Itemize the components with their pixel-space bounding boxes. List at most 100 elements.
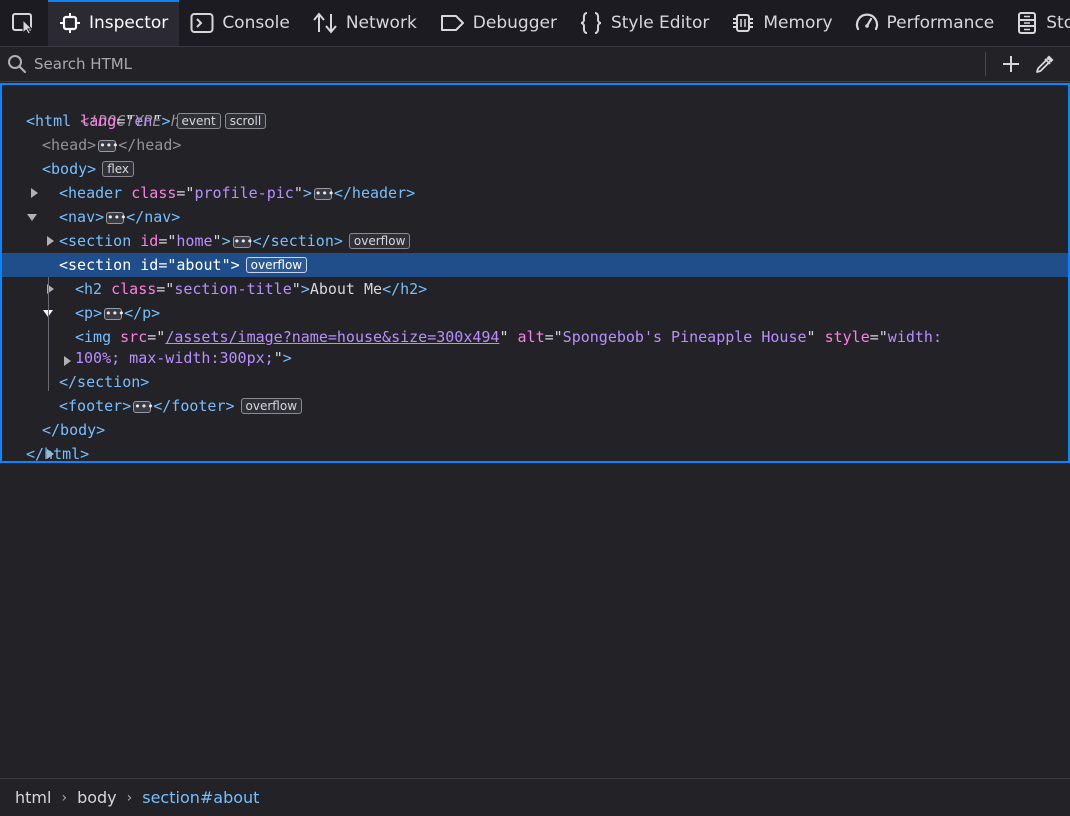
img-style-attr: style: [824, 328, 870, 346]
markup-line-p[interactable]: <p> •••</p>: [2, 301, 1068, 366]
tab-inspector-label: Inspector: [89, 13, 169, 33]
html-lang-value: en: [134, 112, 153, 130]
tab-network-label: Network: [345, 13, 417, 33]
section-about-id-attr: id: [140, 256, 159, 274]
markup-line-html[interactable]: <html lang="en"> event scroll: [2, 109, 1068, 133]
markup-line-section-home[interactable]: <section id="home"> •••</section> overflow: [2, 229, 1068, 294]
chevron-right-icon: ›: [61, 789, 68, 806]
html-lang-attr: lang: [80, 112, 117, 130]
html-close-tag: </html>: [26, 445, 90, 463]
tab-console[interactable]: Console: [179, 0, 301, 46]
header-class-attr: class: [131, 184, 177, 202]
tab-console-label: Console: [222, 13, 290, 33]
markup-view: <!DOCTYPE html> <html lang="en"> event scr…: [0, 83, 1070, 463]
nav-ellipsis[interactable]: •••: [106, 212, 127, 224]
img-alt-value: Spongebob's Pineapple House: [562, 328, 807, 346]
breadcrumb-item-body[interactable]: body: [77, 788, 117, 807]
section-home-overflow-badge[interactable]: overflow: [348, 233, 411, 249]
tab-performance-label: Performance: [886, 13, 995, 33]
markup-line-section-about[interactable]: <section id="about"> overflow: [2, 253, 1068, 317]
h2-close-tag: </h2>: [382, 280, 428, 298]
section-home-id-attr: id: [140, 232, 159, 250]
eyedropper-button[interactable]: [1028, 47, 1062, 81]
performance-icon: [855, 13, 878, 31]
network-icon: [313, 12, 337, 34]
footer-close-tag: </footer>: [153, 397, 235, 415]
markup-line-nav[interactable]: <nav> •••</nav>: [2, 205, 1068, 270]
tab-debugger[interactable]: Debugger: [428, 0, 568, 46]
img-style-value-part2: 100%; max-width:300px;: [75, 349, 274, 367]
console-icon: [190, 13, 214, 33]
section-about-tag-name: section: [68, 256, 132, 274]
header-close-tag: </header>: [333, 184, 416, 202]
head-ellipsis[interactable]: •••: [98, 140, 119, 152]
h2-tag-name: h2: [84, 280, 103, 298]
section-home-tag-name: section: [68, 232, 132, 250]
h2-class-attr: class: [111, 280, 157, 298]
markup-line-img-wrap[interactable]: 100%; max-width:300px;">: [2, 346, 1068, 370]
element-picker-button[interactable]: [0, 0, 48, 46]
img-src-link[interactable]: /assets/image?name=house&size=300x494: [165, 328, 499, 346]
section-home-close-tag: </section>: [252, 232, 343, 250]
devtools-toolbar: Inspector Console Network Debugger Style…: [0, 0, 1070, 47]
html-tag-name: html: [35, 112, 72, 130]
tab-storage[interactable]: Sto: [1005, 0, 1070, 46]
tab-storage-label: Sto: [1046, 13, 1070, 33]
nav-close-tag: </nav>: [126, 208, 181, 226]
markup-line-html-close[interactable]: </html>: [2, 442, 1068, 463]
event-badge[interactable]: event: [176, 113, 221, 129]
h2-class-value: section-title: [174, 280, 292, 298]
storage-icon: [1018, 12, 1037, 34]
markup-line-head[interactable]: <head> •••</head>: [2, 133, 1068, 198]
section-home-ellipsis[interactable]: •••: [232, 236, 253, 248]
chevron-right-icon: ›: [126, 789, 133, 806]
tab-inspector[interactable]: Inspector: [48, 0, 180, 46]
markup-line-section-about-close[interactable]: </section>: [2, 370, 1068, 394]
breadcrumb: html › body › section#about: [0, 778, 1070, 816]
add-node-button[interactable]: [994, 47, 1028, 81]
flex-badge[interactable]: flex: [102, 161, 135, 177]
markup-line-h2[interactable]: <h2 class="section-title">About Me</h2>: [2, 277, 1068, 301]
img-alt-attr: alt: [517, 328, 545, 346]
footer-tag-name: footer: [68, 397, 123, 415]
p-ellipsis[interactable]: •••: [104, 308, 125, 320]
footer-ellipsis[interactable]: •••: [133, 401, 154, 413]
section-about-id-value: about: [176, 256, 222, 274]
p-tag-name: p: [84, 304, 94, 322]
tab-style-editor[interactable]: Style Editor: [568, 0, 720, 46]
element-picker-icon: [12, 13, 34, 35]
memory-icon: [733, 14, 754, 32]
scroll-badge[interactable]: scroll: [224, 113, 267, 129]
img-src-attr: src: [120, 328, 148, 346]
h2-text-content: About Me: [309, 280, 383, 298]
markup-line-body[interactable]: <body> flex: [2, 157, 1068, 221]
tab-memory-label: Memory: [763, 13, 833, 33]
tab-performance[interactable]: Performance: [844, 0, 1006, 46]
markup-line-footer[interactable]: <footer> •••</footer> overflow: [2, 394, 1068, 459]
search-bar: [0, 47, 1070, 82]
head-open-tag: <head>: [42, 136, 97, 154]
header-tag-name: header: [68, 184, 123, 202]
tab-style-editor-label: Style Editor: [610, 13, 710, 33]
inspector-icon: [60, 13, 80, 33]
section-about-close-tag: </section>: [59, 373, 150, 391]
markup-line-body-close[interactable]: </body>: [2, 418, 1068, 442]
tab-debugger-label: Debugger: [472, 13, 557, 33]
img-tag-name: img: [84, 328, 112, 346]
tab-network[interactable]: Network: [301, 0, 428, 46]
markup-line-doctype[interactable]: <!DOCTYPE html>: [2, 85, 1068, 130]
debugger-icon: [440, 15, 464, 31]
tab-memory[interactable]: Memory: [720, 0, 843, 46]
nav-tag-name: nav: [68, 208, 96, 226]
breadcrumb-item-section-about[interactable]: section#about: [142, 788, 259, 807]
header-ellipsis[interactable]: •••: [313, 188, 334, 200]
section-about-overflow-badge[interactable]: overflow: [245, 257, 308, 273]
breadcrumb-item-html[interactable]: html: [15, 788, 51, 807]
markup-line-header[interactable]: <header class="profile-pic"> •••</header>: [2, 181, 1068, 246]
footer-overflow-badge[interactable]: overflow: [240, 398, 303, 414]
section-home-id-value: home: [176, 232, 213, 250]
eyedropper-icon: [1036, 55, 1054, 73]
search-html-input[interactable]: [34, 55, 985, 73]
search-icon: [0, 54, 34, 74]
plus-icon: [1003, 56, 1019, 72]
